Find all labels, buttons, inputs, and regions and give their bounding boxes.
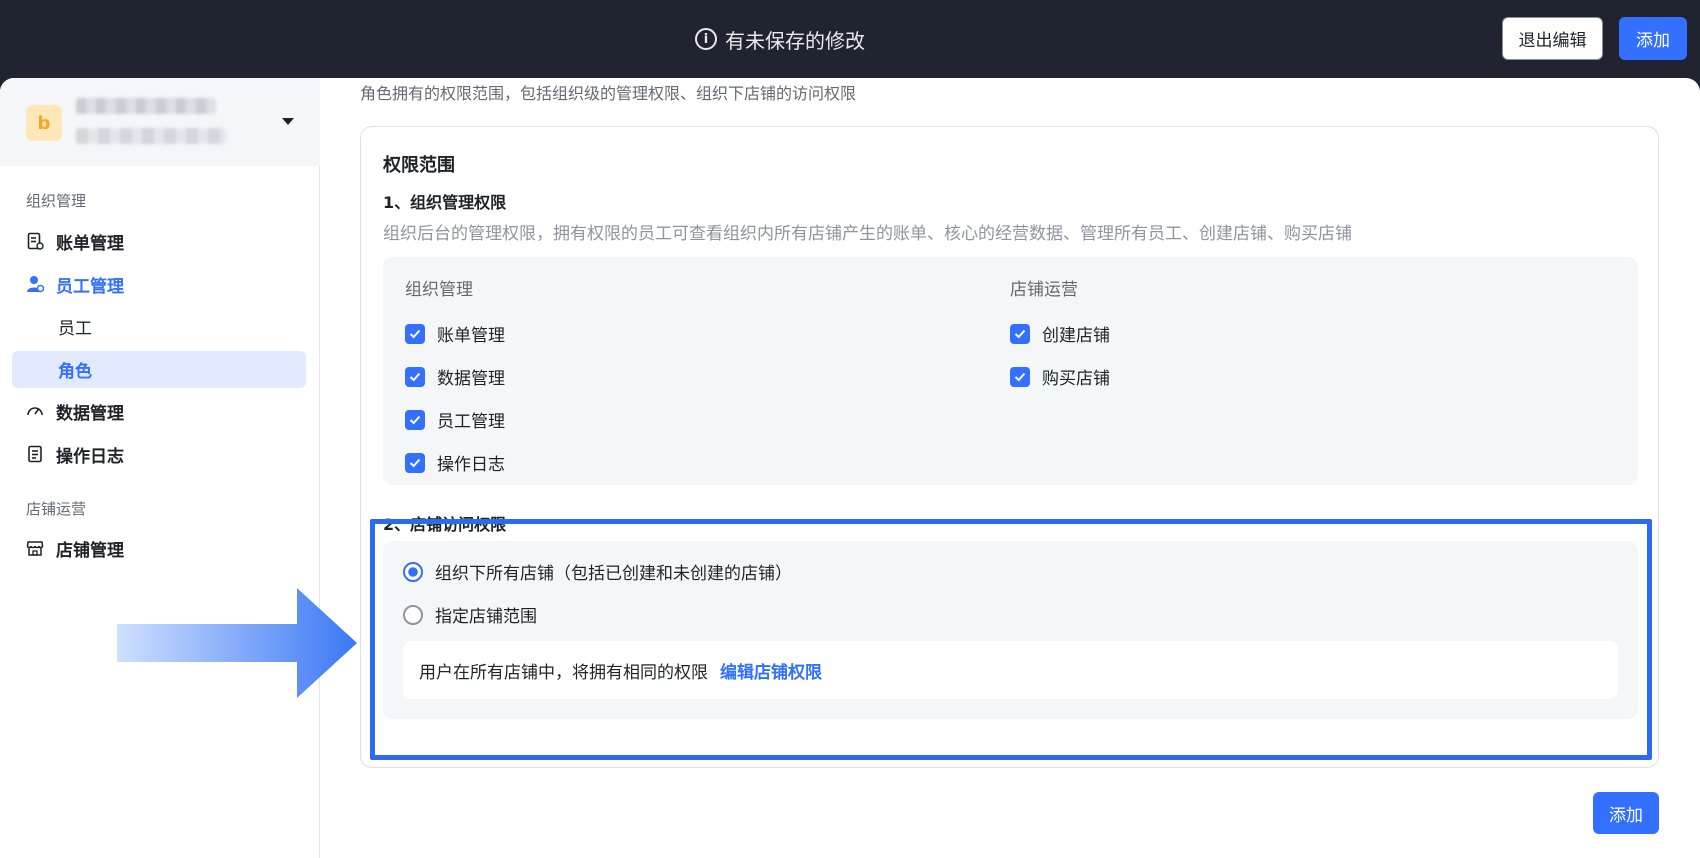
sidebar-item-label: 数据管理 bbox=[56, 403, 124, 424]
column-title-org: 组织管理 bbox=[405, 280, 473, 300]
checkbox-logs[interactable]: 操作日志 bbox=[405, 450, 505, 475]
radio-selected-icon[interactable] bbox=[403, 561, 423, 582]
org-permissions-box: 组织管理 店铺运营 账单管理 数据管理 员工管理 操作日志 创建店铺 购买店铺 bbox=[383, 257, 1638, 485]
checkbox-checked-icon[interactable] bbox=[405, 452, 425, 473]
store-permission-info-text: 用户在所有店铺中，将拥有相同的权限 bbox=[419, 662, 708, 683]
radio-label: 组织下所有店铺（包括已创建和未创建的店铺） bbox=[435, 564, 792, 584]
user-gear-icon bbox=[26, 275, 44, 293]
sidebar-subitem-employee[interactable]: 员工 bbox=[58, 311, 92, 341]
store-icon bbox=[26, 539, 44, 557]
org-id-redacted bbox=[76, 128, 226, 144]
checkbox-label: 创建店铺 bbox=[1042, 326, 1110, 346]
section-org-permissions-title: 1、组织管理权限 bbox=[383, 193, 507, 212]
sidebar-item-label: 账单管理 bbox=[56, 233, 124, 254]
add-button-bottom[interactable]: 添加 bbox=[1593, 792, 1659, 834]
card-title: 权限范围 bbox=[383, 155, 455, 176]
store-permission-info: 用户在所有店铺中，将拥有相同的权限 编辑店铺权限 bbox=[403, 641, 1618, 699]
checkbox-staff[interactable]: 员工管理 bbox=[405, 407, 505, 432]
sidebar: b 组织管理 账单管理 员工管理 员工 角色 数据管理 操作日志 店铺运营 店铺… bbox=[0, 78, 320, 858]
permission-scope-card: 权限范围 1、组织管理权限 组织后台的管理权限，拥有权限的员工可查看组织内所有店… bbox=[360, 126, 1659, 768]
checkbox-checked-icon[interactable] bbox=[1010, 323, 1030, 344]
info-icon: i bbox=[695, 28, 717, 50]
checkbox-create-store[interactable]: 创建店铺 bbox=[1010, 321, 1110, 346]
sidebar-item-label: 员工管理 bbox=[56, 276, 124, 297]
section-store-access-title: 2、店铺访问权限 bbox=[383, 515, 507, 534]
unsaved-notice: i 有未保存的修改 bbox=[0, 22, 1560, 56]
role-scope-description: 角色拥有的权限范围，包括组织级的管理权限、组织下店铺的访问权限 bbox=[360, 84, 857, 103]
radio-all-stores[interactable]: 组织下所有店铺（包括已创建和未创建的店铺） bbox=[403, 559, 792, 584]
chevron-down-icon[interactable] bbox=[282, 118, 294, 125]
unsaved-notice-text: 有未保存的修改 bbox=[725, 28, 865, 53]
log-icon bbox=[26, 445, 44, 463]
bill-icon bbox=[26, 232, 44, 250]
nav-group-title-org: 组织管理 bbox=[26, 192, 87, 210]
checkbox-billing[interactable]: 账单管理 bbox=[405, 321, 505, 346]
sidebar-item-label: 操作日志 bbox=[56, 446, 124, 467]
org-name-redacted bbox=[76, 98, 216, 114]
app-main: b 组织管理 账单管理 员工管理 员工 角色 数据管理 操作日志 店铺运营 店铺… bbox=[0, 78, 1700, 858]
checkbox-checked-icon[interactable] bbox=[405, 409, 425, 430]
sidebar-subitem-role[interactable]: 角色 bbox=[58, 354, 92, 384]
sidebar-item-label: 店铺管理 bbox=[56, 540, 124, 561]
org-avatar: b bbox=[26, 105, 62, 141]
top-bar: i 有未保存的修改 退出编辑 添加 bbox=[0, 0, 1700, 78]
checkbox-buy-store[interactable]: 购买店铺 bbox=[1010, 364, 1110, 389]
checkbox-label: 员工管理 bbox=[437, 412, 505, 432]
pointer-arrow-icon bbox=[117, 588, 357, 698]
checkbox-label: 数据管理 bbox=[437, 369, 505, 389]
edit-store-permission-link[interactable]: 编辑店铺权限 bbox=[720, 658, 822, 683]
section-org-permissions-description: 组织后台的管理权限，拥有权限的员工可查看组织内所有店铺产生的账单、核心的经营数据… bbox=[383, 224, 1352, 244]
sidebar-item-billing[interactable]: 账单管理 bbox=[26, 226, 124, 256]
sidebar-item-staff[interactable]: 员工管理 bbox=[26, 269, 124, 299]
exit-edit-button[interactable]: 退出编辑 bbox=[1502, 17, 1603, 60]
sidebar-item-data[interactable]: 数据管理 bbox=[26, 396, 124, 426]
checkbox-label: 账单管理 bbox=[437, 326, 505, 346]
sidebar-item-store[interactable]: 店铺管理 bbox=[26, 533, 124, 563]
checkbox-label: 购买店铺 bbox=[1042, 369, 1110, 389]
checkbox-data[interactable]: 数据管理 bbox=[405, 364, 505, 389]
gauge-icon bbox=[26, 402, 44, 420]
store-access-box: 组织下所有店铺（包括已创建和未创建的店铺） 指定店铺范围 用户在所有店铺中，将拥… bbox=[383, 541, 1638, 719]
add-button-top[interactable]: 添加 bbox=[1619, 17, 1687, 60]
sidebar-item-logs[interactable]: 操作日志 bbox=[26, 439, 124, 469]
checkbox-checked-icon[interactable] bbox=[405, 366, 425, 387]
radio-specific-stores[interactable]: 指定店铺范围 bbox=[403, 602, 537, 627]
checkbox-checked-icon[interactable] bbox=[1010, 366, 1030, 387]
checkbox-checked-icon[interactable] bbox=[405, 323, 425, 344]
nav-group-title-store: 店铺运营 bbox=[26, 500, 87, 518]
checkbox-label: 操作日志 bbox=[437, 455, 505, 475]
radio-unselected-icon[interactable] bbox=[403, 604, 423, 625]
org-switcher[interactable]: b bbox=[0, 78, 320, 166]
radio-label: 指定店铺范围 bbox=[435, 607, 537, 627]
sidebar-subitem-selected-bg bbox=[12, 351, 306, 388]
column-title-store: 店铺运营 bbox=[1010, 280, 1078, 300]
